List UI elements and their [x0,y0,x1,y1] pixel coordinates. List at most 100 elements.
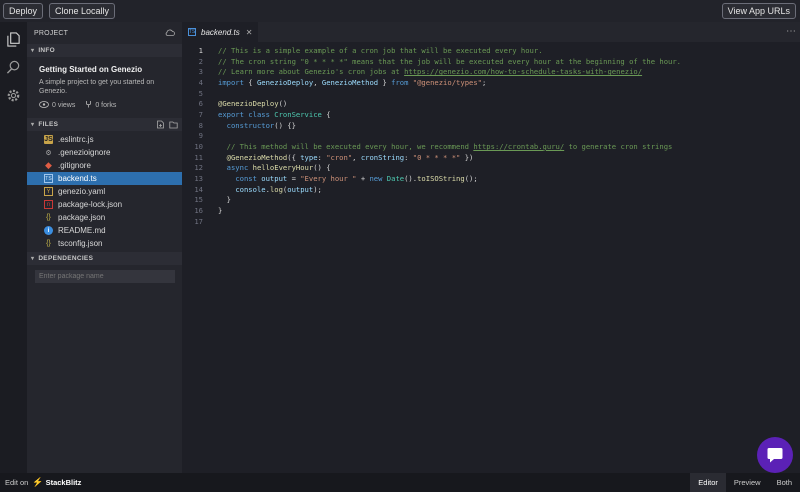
typescript-icon: TS [44,174,53,183]
code-editor: TS backend.ts ✕ ⋯ 1// This is a simple e… [182,22,800,473]
project-sidebar: PROJECT ▾ INFO Getting Started on Genezi… [27,22,182,473]
code-line: 12 async helloEveryHour() { [182,163,800,174]
package-name-input[interactable] [35,270,175,283]
info-icon: i [44,226,53,235]
dependencies-section-title: DEPENDENCIES [38,255,94,262]
file-name: .genezioignore [58,148,111,157]
file-item-active[interactable]: TS backend.ts [27,172,182,185]
deploy-button[interactable]: Deploy [3,3,44,19]
line-number: 4 [198,77,203,87]
search-icon[interactable] [6,60,21,75]
file-item[interactable]: n package-lock.json [27,198,182,211]
line-number: 11 [194,152,203,162]
code-line: 15 } [182,195,800,206]
yaml-icon: Y [44,187,53,196]
json-icon: {} [46,240,51,247]
file-item[interactable]: ⚙ .genezioignore [27,146,182,159]
cloud-download-icon[interactable] [165,29,175,37]
project-name: Getting Started on Genezio [39,65,143,74]
code-line: 11 @GenezioMethod({ type: "cron", cronSt… [182,152,800,163]
project-stats: 0 views 0 forks [39,100,170,110]
line-number: 3 [198,67,203,77]
info-section-title: INFO [38,47,56,54]
tab-editor[interactable]: Editor [690,473,726,492]
line-number: 6 [198,99,203,109]
forks-count: 0 forks [95,101,117,109]
git-icon: ◆ [45,160,52,170]
file-name: backend.ts [58,174,97,183]
stackblitz-brand: StackBlitz [45,478,82,487]
info-section-header[interactable]: ▾ INFO [27,44,182,57]
file-name: .eslintrc.js [58,135,94,144]
project-header: PROJECT [27,22,182,44]
files-section-header[interactable]: ▾ FILES [27,118,182,131]
chevron-down-icon: ▾ [31,122,35,128]
file-name: tsconfig.json [58,239,103,248]
views-count: 0 views [52,101,76,109]
code-line: 7 export class CronService { [182,109,800,120]
tab-preview[interactable]: Preview [726,473,769,492]
file-name: README.md [58,226,106,235]
project-description: A simple project to get you started on G… [39,79,155,95]
line-number: 10 [194,142,203,152]
edit-on-stackblitz-link[interactable]: Edit on ⚡ StackBlitz [0,477,81,488]
project-header-label: PROJECT [34,29,69,37]
line-number: 12 [194,163,203,173]
activity-bar [0,22,27,473]
tab-filename: backend.ts [201,27,240,37]
settings-gear-icon[interactable] [6,88,21,103]
file-item[interactable]: Y genezio.yaml [27,185,182,198]
code-line: 13 const output = "Every hour " + new Da… [182,173,800,184]
files-icon[interactable] [6,32,21,47]
new-file-icon[interactable] [156,120,165,129]
file-item[interactable]: {} package.json [27,211,182,224]
line-number: 5 [198,88,203,98]
code-line: 3// Learn more about Genezio's cron jobs… [182,66,800,77]
code-line: 8 constructor() {} [182,120,800,131]
clone-locally-button[interactable]: Clone Locally [49,3,116,19]
code-line: 10 // This method will be executed every… [182,141,800,152]
code-line: 4 import { GenezioDeploy, GenezioMethod }… [182,77,800,88]
line-number: 1 [198,45,203,55]
code-link[interactable]: https://genezio.com/how-to-schedule-task… [404,67,642,76]
code-line: 9 [182,131,800,142]
code-area[interactable]: 1// This is a simple example of a cron j… [182,42,800,227]
close-icon[interactable]: ✕ [246,28,253,37]
fork-icon [85,100,92,110]
editor-tabbar: TS backend.ts ✕ ⋯ [182,22,800,42]
code-line: 17 [182,216,800,227]
file-item[interactable]: JS .eslintrc.js [27,133,182,146]
chat-support-button[interactable] [757,437,793,473]
code-link[interactable]: https://crontab.guru/ [473,142,564,151]
line-number: 17 [194,216,203,226]
code-line: 2// The cron string "0 * * * *" means th… [182,56,800,67]
file-item[interactable]: i README.md [27,224,182,237]
line-number: 14 [194,184,203,194]
file-item[interactable]: {} tsconfig.json [27,237,182,250]
line-number: 8 [198,120,203,130]
file-name: package-lock.json [58,200,123,209]
new-folder-icon[interactable] [169,120,178,129]
editor-tab-active[interactable]: TS backend.ts ✕ [182,22,259,42]
file-name: package.json [58,213,106,222]
code-line: 6 @GenezioDeploy() [182,98,800,109]
eslint-icon: JS [44,135,53,144]
file-item[interactable]: ◆ .gitignore [27,159,182,172]
line-number: 7 [198,109,203,119]
file-name: genezio.yaml [58,187,106,196]
chat-bubble-icon [767,448,783,463]
chevron-down-icon: ▾ [31,48,35,54]
bottom-bar: Edit on ⚡ StackBlitz Editor Preview Both [0,473,800,492]
view-app-urls-button[interactable]: View App URLs [721,3,796,19]
line-number: 16 [194,206,203,216]
more-actions-icon[interactable]: ⋯ [786,26,796,37]
file-tree: JS .eslintrc.js ⚙ .genezioignore ◆ .giti… [27,131,182,250]
tab-both[interactable]: Both [769,473,800,492]
typescript-icon: TS [188,28,196,36]
dependencies-section-header[interactable]: ▾ DEPENDENCIES [27,252,182,265]
view-mode-tabs: Editor Preview Both [690,473,800,492]
line-number: 15 [194,195,203,205]
edit-on-label: Edit on [5,478,29,487]
file-name: .gitignore [58,161,91,170]
line-number: 2 [198,56,203,66]
